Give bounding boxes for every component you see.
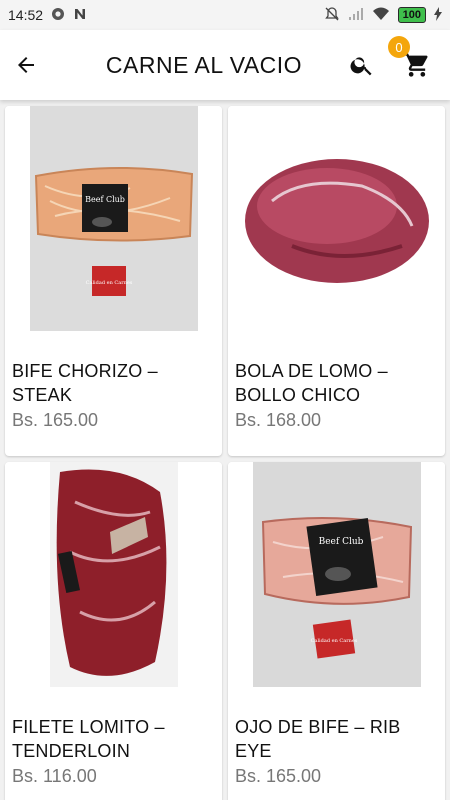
- product-info: BOLA DE LOMO – BOLLO CHICO Bs. 168.00: [228, 331, 445, 431]
- product-card[interactable]: FILETE LOMITO – TENDERLOIN Bs. 116.00: [5, 462, 222, 800]
- page-title: CARNE AL VACIO: [105, 51, 303, 78]
- product-price: Bs. 165.00: [235, 766, 322, 786]
- chrome-icon: [51, 7, 65, 24]
- wifi-icon: [372, 7, 390, 24]
- product-info: FILETE LOMITO – TENDERLOIN Bs. 116.00: [5, 687, 222, 787]
- charging-icon: [434, 6, 442, 24]
- product-price: Bs. 168.00: [235, 410, 322, 430]
- battery-indicator: 100: [397, 7, 426, 23]
- product-name: BIFE CHORIZO – STEAK: [12, 361, 158, 405]
- product-image: Beef Club Calidad en Carnes: [5, 106, 222, 331]
- status-left: 14:52: [8, 7, 87, 24]
- product-info: OJO DE BIFE – RIB EYE Bs. 165.00: [228, 687, 445, 787]
- arrow-back-icon: [18, 57, 34, 73]
- back-button[interactable]: [14, 53, 38, 77]
- app-bar: CARNE AL VACIO 0: [0, 30, 450, 100]
- product-info: BIFE CHORIZO – STEAK Bs. 165.00: [5, 331, 222, 431]
- product-label-brand: Beef Club: [85, 195, 125, 204]
- product-card[interactable]: Beef Club Calidad en Carnes OJO DE BIFE …: [228, 462, 445, 800]
- search-icon: [350, 57, 372, 76]
- product-name: FILETE LOMITO – TENDERLOIN: [12, 717, 165, 761]
- product-name: BOLA DE LOMO – BOLLO CHICO: [235, 361, 388, 405]
- cart-button[interactable]: 0: [388, 36, 432, 80]
- status-time: 14:52: [8, 7, 44, 23]
- product-label-stamp: Calidad en Carnes: [85, 280, 132, 286]
- product-card[interactable]: Beef Club Calidad en Carnes BIFE CHORIZO…: [5, 106, 222, 456]
- n-notification-icon: [73, 7, 87, 24]
- product-price: Bs. 116.00: [12, 766, 97, 786]
- mute-icon: [324, 6, 340, 25]
- product-grid: Beef Club Calidad en Carnes BIFE CHORIZO…: [0, 100, 450, 800]
- product-card[interactable]: BOLA DE LOMO – BOLLO CHICO Bs. 168.00: [228, 106, 445, 456]
- product-price: Bs. 165.00: [12, 410, 99, 430]
- cart-count-badge: 0: [388, 36, 410, 58]
- product-image: [228, 106, 445, 331]
- product-image: Beef Club Calidad en Carnes: [228, 462, 445, 687]
- product-name: OJO DE BIFE – RIB EYE: [235, 717, 401, 761]
- product-label-stamp: Calidad en Carnes: [310, 638, 357, 644]
- product-label-brand: Beef Club: [318, 537, 363, 547]
- search-button[interactable]: [348, 51, 376, 79]
- product-image: [5, 462, 222, 687]
- status-right: 100: [324, 6, 442, 25]
- status-bar: 14:52 100: [0, 0, 450, 30]
- cart-icon: [404, 53, 428, 77]
- signal-icon: [348, 7, 364, 24]
